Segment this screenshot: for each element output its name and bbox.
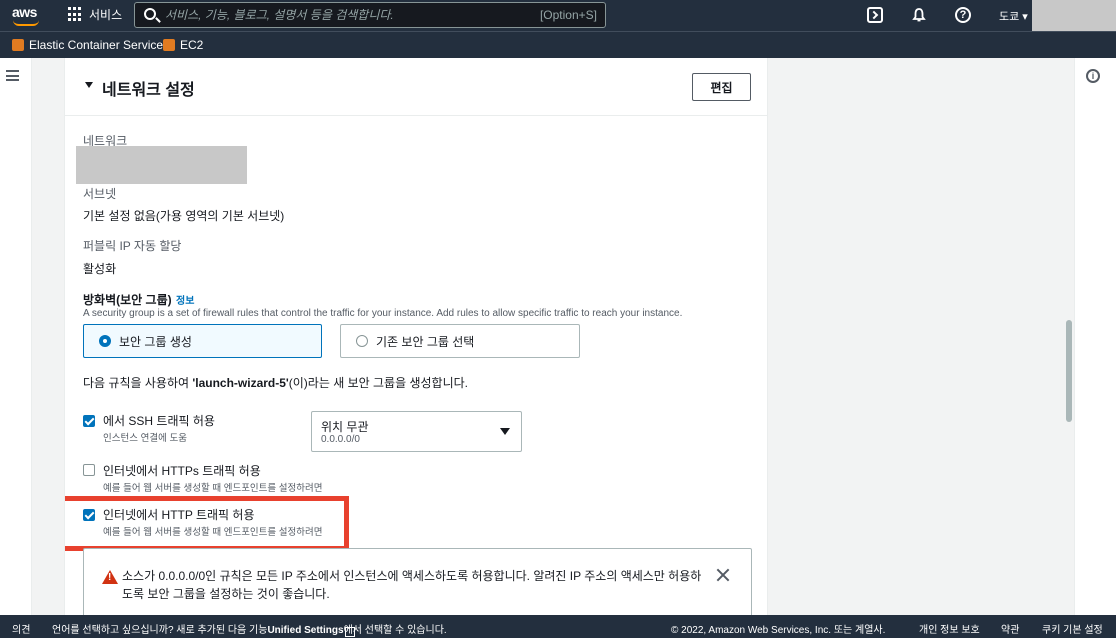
select-existing-security-group-option[interactable]: 기존 보안 그룹 선택 xyxy=(340,324,580,358)
help-icon[interactable]: ? xyxy=(955,7,971,23)
firewall-title: 방화벽(보안 그룹) xyxy=(83,293,172,307)
terms-link[interactable]: 약관 xyxy=(1001,621,1019,636)
services-menu-button[interactable]: 서비스 xyxy=(68,6,122,23)
ssh-checkbox[interactable] xyxy=(83,415,95,427)
security-group-name: 'launch-wizard-5' xyxy=(192,376,289,390)
grid-icon xyxy=(68,7,83,22)
annotation-highlight-box xyxy=(65,496,349,551)
close-icon[interactable] xyxy=(715,567,731,583)
warning-icon xyxy=(102,570,118,584)
privacy-link[interactable]: 개인 정보 보호 xyxy=(919,621,980,636)
rule-sentence: 다음 규칙을 사용하여 'launch-wizard-5'(이)라는 새 보안 … xyxy=(83,374,468,391)
right-help-rail: i xyxy=(1074,58,1116,615)
https-checkbox[interactable] xyxy=(83,464,95,476)
create-security-group-option[interactable]: 보안 그룹 생성 xyxy=(83,324,322,358)
ssh-source-cidr: 0.0.0.0/0 xyxy=(321,434,360,445)
option-label: 보안 그룹 생성 xyxy=(119,334,192,349)
footer: 의견 언어를 선택하고 싶으십니까? 새로 추가된 다음 기능Unified S… xyxy=(0,615,1116,638)
language-prefix: 언어를 선택하고 싶으십니까? 새로 추가된 다음 기능 xyxy=(52,625,268,636)
public-ip-value: 활성화 xyxy=(83,262,117,276)
copyright: © 2022, Amazon Web Services, Inc. 또는 계열사… xyxy=(671,625,886,636)
panel-title[interactable]: 네트워크 설정 xyxy=(102,76,195,100)
https-description: 예를 들어 웹 서버를 생성할 때 엔드포인트를 설정하려면 xyxy=(103,483,323,494)
unified-settings-link[interactable]: Unified Settings xyxy=(267,625,343,636)
feedback-link[interactable]: 의견 xyxy=(12,621,30,636)
page-scrollbar[interactable] xyxy=(1066,320,1072,422)
aws-logo-text: aws xyxy=(12,4,37,20)
menu-icon[interactable] xyxy=(6,70,19,81)
public-ip-label: 퍼블릭 IP 자동 할당 xyxy=(83,239,182,253)
ssh-description: 인스턴스 연결에 도움 xyxy=(103,433,187,444)
ec2-service-icon xyxy=(163,39,175,51)
cloudshell-icon[interactable] xyxy=(867,7,883,23)
rule-suffix: (이)라는 새 보안 그룹을 생성합니다. xyxy=(288,376,468,390)
aws-smile-icon xyxy=(13,20,39,26)
subnet-value: 기본 설정 없음(가용 영역의 기본 서브넷) xyxy=(83,209,285,223)
bell-icon[interactable] xyxy=(911,7,927,23)
subnet-label: 서브넷 xyxy=(83,187,117,201)
collapse-caret-icon[interactable] xyxy=(85,82,93,88)
firewall-description: A security group is a set of firewall ru… xyxy=(83,308,683,319)
ssh-label: 에서 SSH 트래픽 허용 xyxy=(103,414,215,428)
favorite-ecs[interactable]: Elastic Container Service xyxy=(12,38,163,52)
ssh-source-select[interactable]: 위치 무관 0.0.0.0/0 xyxy=(311,411,522,452)
radio-unselected[interactable] xyxy=(356,335,368,347)
rule-prefix: 다음 규칙을 사용하여 xyxy=(83,376,193,390)
radio-selected[interactable] xyxy=(99,335,111,347)
ecs-service-icon xyxy=(12,39,24,51)
info-icon[interactable]: i xyxy=(1086,69,1100,83)
search-input[interactable] xyxy=(165,5,545,25)
warning-text: 소스가 0.0.0.0/0인 규칙은 모든 IP 주소에서 인스턴스에 액세스하… xyxy=(122,569,702,601)
aws-logo[interactable]: aws xyxy=(12,4,40,26)
favorite-label: Elastic Container Service xyxy=(29,38,164,52)
favorite-ec2[interactable]: EC2 xyxy=(163,38,203,52)
left-navigation-rail xyxy=(0,58,32,615)
cookie-preferences-link[interactable]: 쿠키 기본 설정 xyxy=(1042,621,1103,636)
https-label: 인터넷에서 HTTPs 트래픽 허용 xyxy=(103,464,261,478)
top-navigation: aws 서비스 [Option+S] ? 도쿄 ▾ xyxy=(0,0,1116,38)
edit-button[interactable]: 편집 xyxy=(692,73,751,101)
language-notice: 언어를 선택하고 싶으십니까? 새로 추가된 다음 기능Unified Sett… xyxy=(52,621,447,637)
search-shortcut-hint: [Option+S] xyxy=(539,8,597,22)
favorite-label: EC2 xyxy=(180,38,204,52)
search-bar[interactable]: [Option+S] xyxy=(134,2,606,28)
region-selector[interactable]: 도쿄 ▾ xyxy=(999,8,1028,24)
language-suffix: 에서 선택할 수 있습니다. xyxy=(343,625,447,636)
network-value-redacted xyxy=(76,146,247,184)
services-label: 서비스 xyxy=(89,8,123,22)
open-source-warning: 소스가 0.0.0.0/0인 규칙은 모든 IP 주소에서 인스턴스에 액세스하… xyxy=(83,548,752,615)
search-icon xyxy=(144,8,156,20)
external-link-icon xyxy=(344,627,355,637)
network-settings-panel: 네트워크 설정 편집 네트워크 서브넷 기본 설정 없음(가용 영역의 기본 서… xyxy=(64,58,768,615)
favorites-bar: Elastic Container Service EC2 xyxy=(0,31,1116,58)
option-label: 기존 보안 그룹 선택 xyxy=(376,334,475,349)
chevron-down-icon xyxy=(500,428,510,435)
ssh-source-value: 위치 무관 xyxy=(321,420,369,434)
firewall-info-link[interactable]: 정보 xyxy=(176,292,194,307)
panel-header: 네트워크 설정 편집 xyxy=(65,58,767,116)
